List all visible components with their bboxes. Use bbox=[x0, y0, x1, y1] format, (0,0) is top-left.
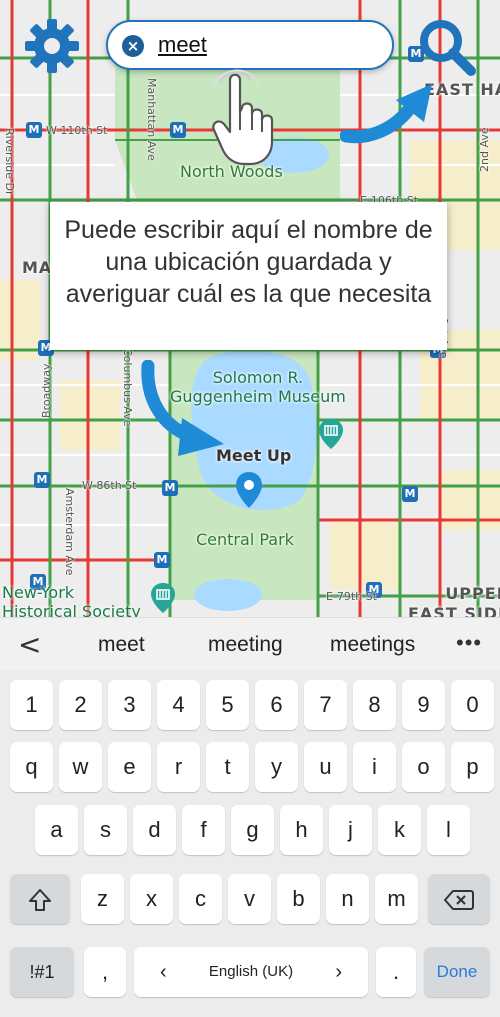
keyboard-suggestion-bar: < meet meeting meetings ••• bbox=[0, 617, 500, 671]
suggestion-item[interactable]: meeting bbox=[208, 633, 283, 657]
key-b[interactable]: b bbox=[277, 874, 320, 924]
key-g[interactable]: g bbox=[231, 805, 274, 855]
key-e[interactable]: e bbox=[108, 742, 151, 792]
key-s[interactable]: s bbox=[84, 805, 127, 855]
search-box[interactable]: × bbox=[106, 20, 394, 70]
tutorial-arrow-icon bbox=[340, 84, 432, 144]
comma-key[interactable]: , bbox=[84, 947, 126, 997]
street-label-e79: E-79th St bbox=[326, 590, 377, 603]
key-7[interactable]: 7 bbox=[304, 680, 347, 730]
map-label-nyhs[interactable]: New-York Historical Society bbox=[2, 583, 141, 617]
space-left-arrow[interactable]: ‹ bbox=[160, 947, 167, 997]
key-t[interactable]: t bbox=[206, 742, 249, 792]
street-label-manhattan-ave: Manhattan Ave bbox=[145, 78, 158, 161]
key-c[interactable]: c bbox=[179, 874, 222, 924]
gear-icon[interactable] bbox=[24, 18, 80, 74]
key-h[interactable]: h bbox=[280, 805, 323, 855]
tutorial-tooltip: Puede escribir aquí el nombre de una ubi… bbox=[50, 202, 447, 350]
key-q[interactable]: q bbox=[10, 742, 53, 792]
key-y[interactable]: y bbox=[255, 742, 298, 792]
metro-station-icon[interactable]: M bbox=[402, 486, 418, 502]
key-p[interactable]: p bbox=[451, 742, 494, 792]
location-marker-icon[interactable] bbox=[234, 470, 264, 510]
street-label-broadway: Broadway bbox=[40, 363, 53, 418]
suggestion-back-button[interactable]: < bbox=[18, 630, 42, 660]
key-l[interactable]: l bbox=[427, 805, 470, 855]
suggestion-item[interactable]: meetings bbox=[330, 633, 415, 657]
metro-station-icon[interactable]: M bbox=[162, 480, 178, 496]
street-label-w86: W-86th St bbox=[82, 479, 137, 492]
on-screen-keyboard: 1 2 3 4 5 6 7 8 9 0 q w e r t y u i o p … bbox=[0, 671, 500, 1017]
key-u[interactable]: u bbox=[304, 742, 347, 792]
street-label-w110: W-110th St bbox=[46, 124, 108, 137]
suggestion-item[interactable]: meet bbox=[98, 633, 145, 657]
key-0[interactable]: 0 bbox=[451, 680, 494, 730]
suggestion-more-button[interactable]: ••• bbox=[456, 630, 482, 656]
key-9[interactable]: 9 bbox=[402, 680, 445, 730]
key-x[interactable]: x bbox=[130, 874, 173, 924]
space-key[interactable]: ‹ English (UK) › bbox=[134, 947, 368, 997]
backspace-icon bbox=[444, 890, 474, 911]
key-o[interactable]: o bbox=[402, 742, 445, 792]
space-language-label: English (UK) bbox=[208, 963, 294, 980]
key-5[interactable]: 5 bbox=[206, 680, 249, 730]
museum-pin-icon[interactable] bbox=[150, 582, 176, 614]
street-label-riverside-dr: Riverside Dr bbox=[3, 128, 16, 196]
metro-station-icon[interactable]: M bbox=[34, 472, 50, 488]
key-4[interactable]: 4 bbox=[157, 680, 200, 730]
backspace-key[interactable] bbox=[428, 874, 490, 924]
metro-station-icon[interactable]: M bbox=[26, 122, 42, 138]
key-3[interactable]: 3 bbox=[108, 680, 151, 730]
key-m[interactable]: m bbox=[375, 874, 418, 924]
map-view[interactable]: M M M M M M M M M M M North Woods Solomo… bbox=[0, 0, 500, 617]
key-n[interactable]: n bbox=[326, 874, 369, 924]
done-key[interactable]: Done bbox=[424, 947, 490, 997]
key-d[interactable]: d bbox=[133, 805, 176, 855]
key-r[interactable]: r bbox=[157, 742, 200, 792]
pointer-hand-icon bbox=[212, 69, 274, 166]
key-f[interactable]: f bbox=[182, 805, 225, 855]
tutorial-arrow-icon bbox=[141, 360, 224, 456]
magnifier-icon[interactable] bbox=[416, 16, 478, 78]
key-k[interactable]: k bbox=[378, 805, 421, 855]
key-6[interactable]: 6 bbox=[255, 680, 298, 730]
tooltip-text: Puede escribir aquí el nombre de una ubi… bbox=[64, 216, 433, 308]
museum-pin-icon[interactable] bbox=[318, 418, 344, 450]
key-8[interactable]: 8 bbox=[353, 680, 396, 730]
street-label-columbus-ave: Columbus Ave bbox=[121, 348, 134, 427]
map-label-ma: MA bbox=[22, 258, 53, 277]
space-right-arrow[interactable]: › bbox=[335, 947, 342, 997]
key-2[interactable]: 2 bbox=[59, 680, 102, 730]
street-label-2nd-ave: 2nd Ave bbox=[478, 127, 491, 172]
shift-arrow-icon bbox=[29, 889, 51, 912]
metro-station-icon[interactable]: M bbox=[170, 122, 186, 138]
street-label-amsterdam-ave: Amsterdam Ave bbox=[63, 488, 76, 576]
key-j[interactable]: j bbox=[329, 805, 372, 855]
key-a[interactable]: a bbox=[35, 805, 78, 855]
metro-station-icon[interactable]: M bbox=[154, 552, 170, 568]
map-label-upper-east-side: UPPER EAST SIDE bbox=[408, 584, 500, 617]
key-z[interactable]: z bbox=[81, 874, 124, 924]
key-v[interactable]: v bbox=[228, 874, 271, 924]
period-key[interactable]: . bbox=[376, 947, 416, 997]
search-input[interactable] bbox=[158, 30, 378, 60]
key-w[interactable]: w bbox=[59, 742, 102, 792]
key-1[interactable]: 1 bbox=[10, 680, 53, 730]
key-i[interactable]: i bbox=[353, 742, 396, 792]
close-circle-icon[interactable]: × bbox=[122, 35, 144, 57]
shift-key[interactable] bbox=[10, 874, 70, 924]
symbols-key[interactable]: !#1 bbox=[10, 947, 74, 997]
map-label-central-park: Central Park bbox=[196, 530, 294, 549]
